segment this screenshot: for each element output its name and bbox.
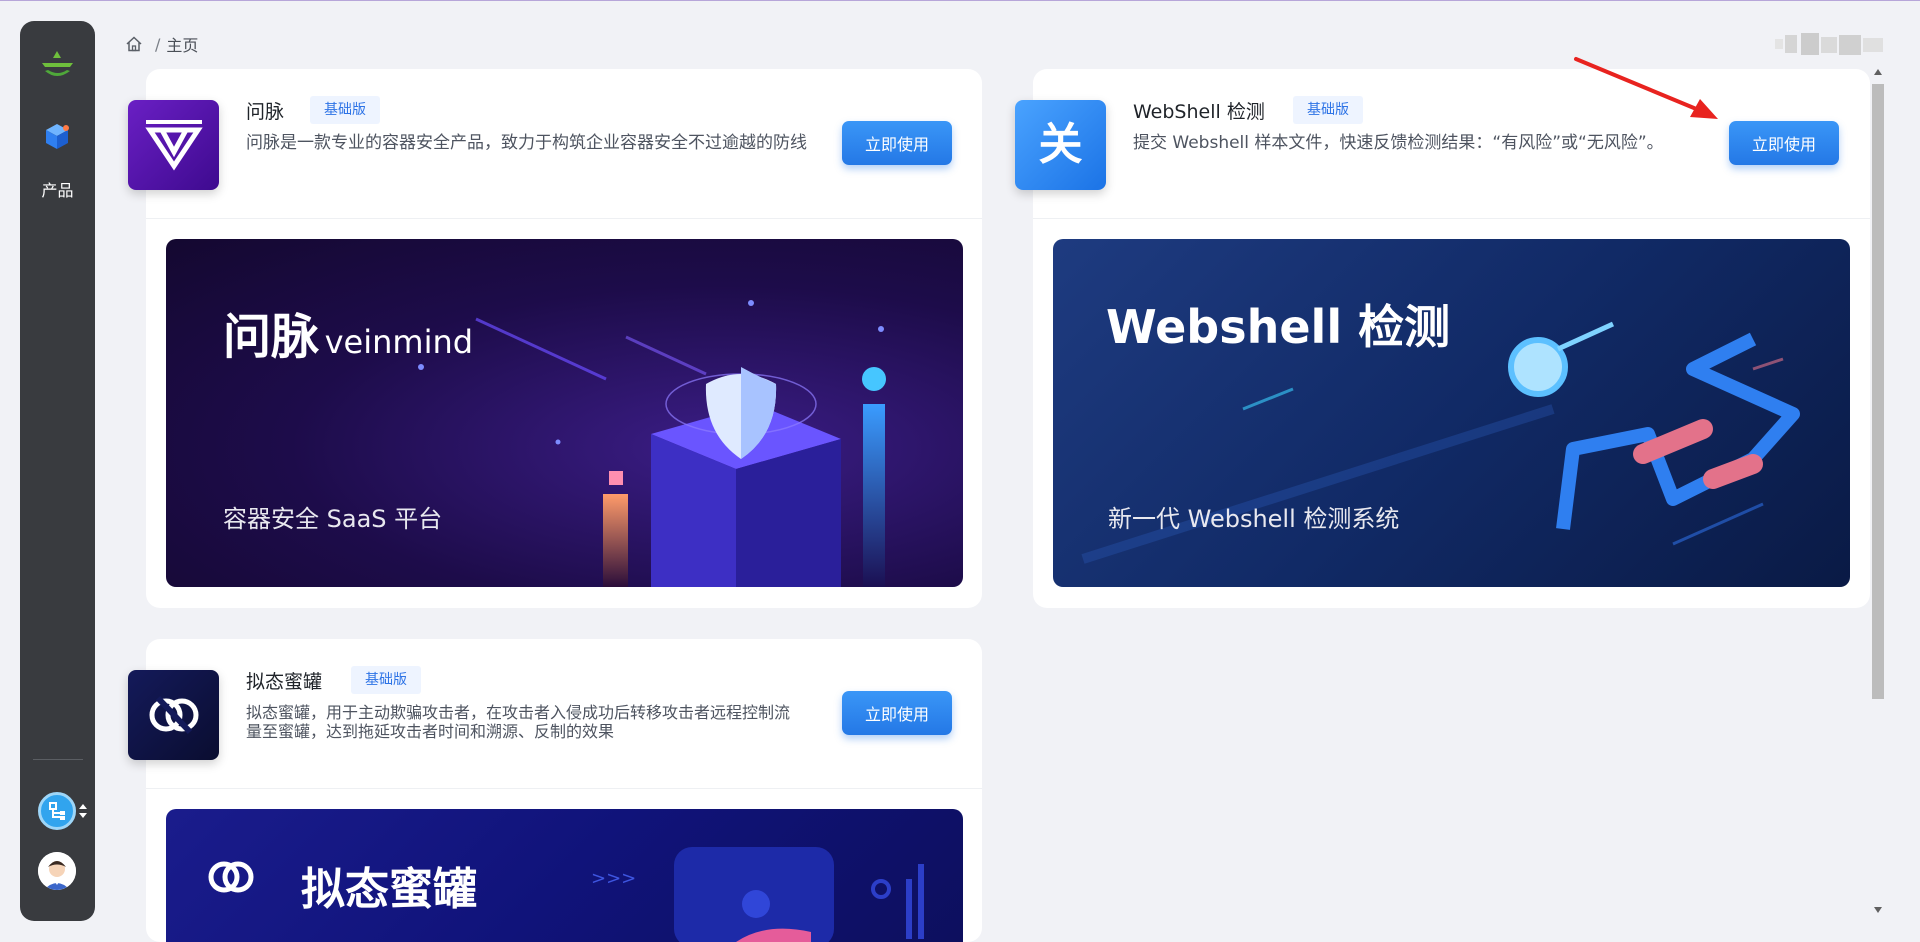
product-banner[interactable]: >>> 拟态蜜罐 [166, 809, 963, 942]
use-now-button[interactable]: 立即使用 [842, 121, 952, 165]
top-border [0, 0, 1920, 1]
edition-badge: 基础版 [1293, 96, 1363, 124]
scroll-up-icon[interactable] [1873, 68, 1883, 76]
product-card-webshell: 关 WebShell 检测 基础版 提交 Webshell 样本文件，快速反馈检… [1015, 69, 1870, 608]
honeypot-logo-icon [128, 670, 219, 760]
scroll-down-icon[interactable] [1873, 906, 1883, 914]
card-header: 拟态蜜罐 基础版 拟态蜜罐，用于主动欺骗攻击者，在攻击者入侵成功后转移攻击者远程… [128, 639, 982, 789]
avatar-icon [38, 852, 76, 890]
use-now-button[interactable]: 立即使用 [842, 691, 952, 735]
breadcrumb-separator: / [155, 34, 161, 54]
sidebar-item-label: 产品 [41, 181, 74, 200]
product-description: 问脉是一款专业的容器安全产品，致力于构筑企业容器安全不过逾越的防线 [246, 133, 807, 153]
card-header: 问脉 基础版 问脉是一款专业的容器安全产品，致力于构筑企业容器安全不过逾越的防线… [128, 69, 982, 219]
breadcrumb-current: 主页 [166, 36, 199, 55]
banner-illustration [418, 300, 886, 587]
edition-badge: 基础版 [310, 96, 380, 124]
icon-text: 关 [1038, 119, 1083, 170]
scrollbar-thumb[interactable] [1872, 84, 1884, 699]
card-header: 关 WebShell 检测 基础版 提交 Webshell 样本文件，快速反馈检… [1015, 69, 1870, 219]
edition-badge: 基础版 [351, 666, 421, 694]
banner-title-cn: 问脉 [223, 309, 320, 365]
banner-illustration: >>> [208, 847, 924, 942]
banner-title: 问脉 veinmind [223, 297, 473, 367]
user-info-blurred[interactable] [1775, 33, 1887, 55]
breadcrumb: / 主页 [125, 33, 198, 55]
home-icon[interactable] [125, 35, 143, 53]
annotation-arrow-icon [1574, 57, 1718, 119]
product-banner[interactable]: Webshell 检测 新一代 Webshell 检测系统 [1053, 239, 1850, 587]
sort-arrows-icon [79, 804, 87, 818]
product-title: WebShell 检测 [1133, 101, 1265, 123]
sidebar-divider [33, 759, 83, 760]
sidebar: 产品 [20, 21, 95, 921]
product-title: 问脉 [246, 101, 285, 123]
banner-title-en: veinmind [324, 323, 474, 361]
cube-icon [46, 124, 69, 149]
banner-title: Webshell 检测 [1106, 300, 1451, 354]
product-title: 拟态蜜罐 [246, 671, 323, 693]
banner-title: 拟态蜜罐 [301, 864, 477, 915]
product-card-veinmind: 问脉 基础版 问脉是一款专业的容器安全产品，致力于构筑企业容器安全不过逾越的防线… [128, 69, 982, 608]
product-description: 拟态蜜罐，用于主动欺骗攻击者，在攻击者入侵成功后转移攻击者远程控制流 量至蜜罐，… [246, 703, 790, 741]
banner-subtitle: 新一代 Webshell 检测系统 [1108, 505, 1400, 533]
svg-text:>>>: >>> [591, 868, 636, 889]
sidebar-item-products[interactable]: 产品 [20, 121, 95, 221]
product-description: 提交 Webshell 样本文件，快速反馈检测结果：“有风险”或“无风险”。 [1133, 133, 1664, 153]
product-banner[interactable]: 问脉 veinmind 容器安全 SaaS 平台 [166, 239, 963, 587]
switch-app-icon [38, 792, 76, 830]
brand-logo-icon [42, 51, 73, 76]
veinmind-logo-icon [128, 100, 219, 190]
product-card-honeypot: 拟态蜜罐 基础版 拟态蜜罐，用于主动欺骗攻击者，在攻击者入侵成功后转移攻击者远程… [128, 639, 982, 942]
description-line: 拟态蜜罐，用于主动欺骗攻击者，在攻击者入侵成功后转移攻击者远程控制流 [246, 703, 791, 722]
user-avatar[interactable] [38, 852, 76, 890]
webshell-logo-icon: 关 [1015, 100, 1106, 190]
description-line: 量至蜜罐，达到拖延攻击者时间和溯源、反制的效果 [246, 722, 615, 741]
app-switch-button[interactable] [38, 792, 87, 832]
banner-subtitle: 容器安全 SaaS 平台 [223, 505, 443, 533]
use-now-button[interactable]: 立即使用 [1729, 121, 1839, 165]
page-scrollbar[interactable] [1870, 68, 1886, 920]
